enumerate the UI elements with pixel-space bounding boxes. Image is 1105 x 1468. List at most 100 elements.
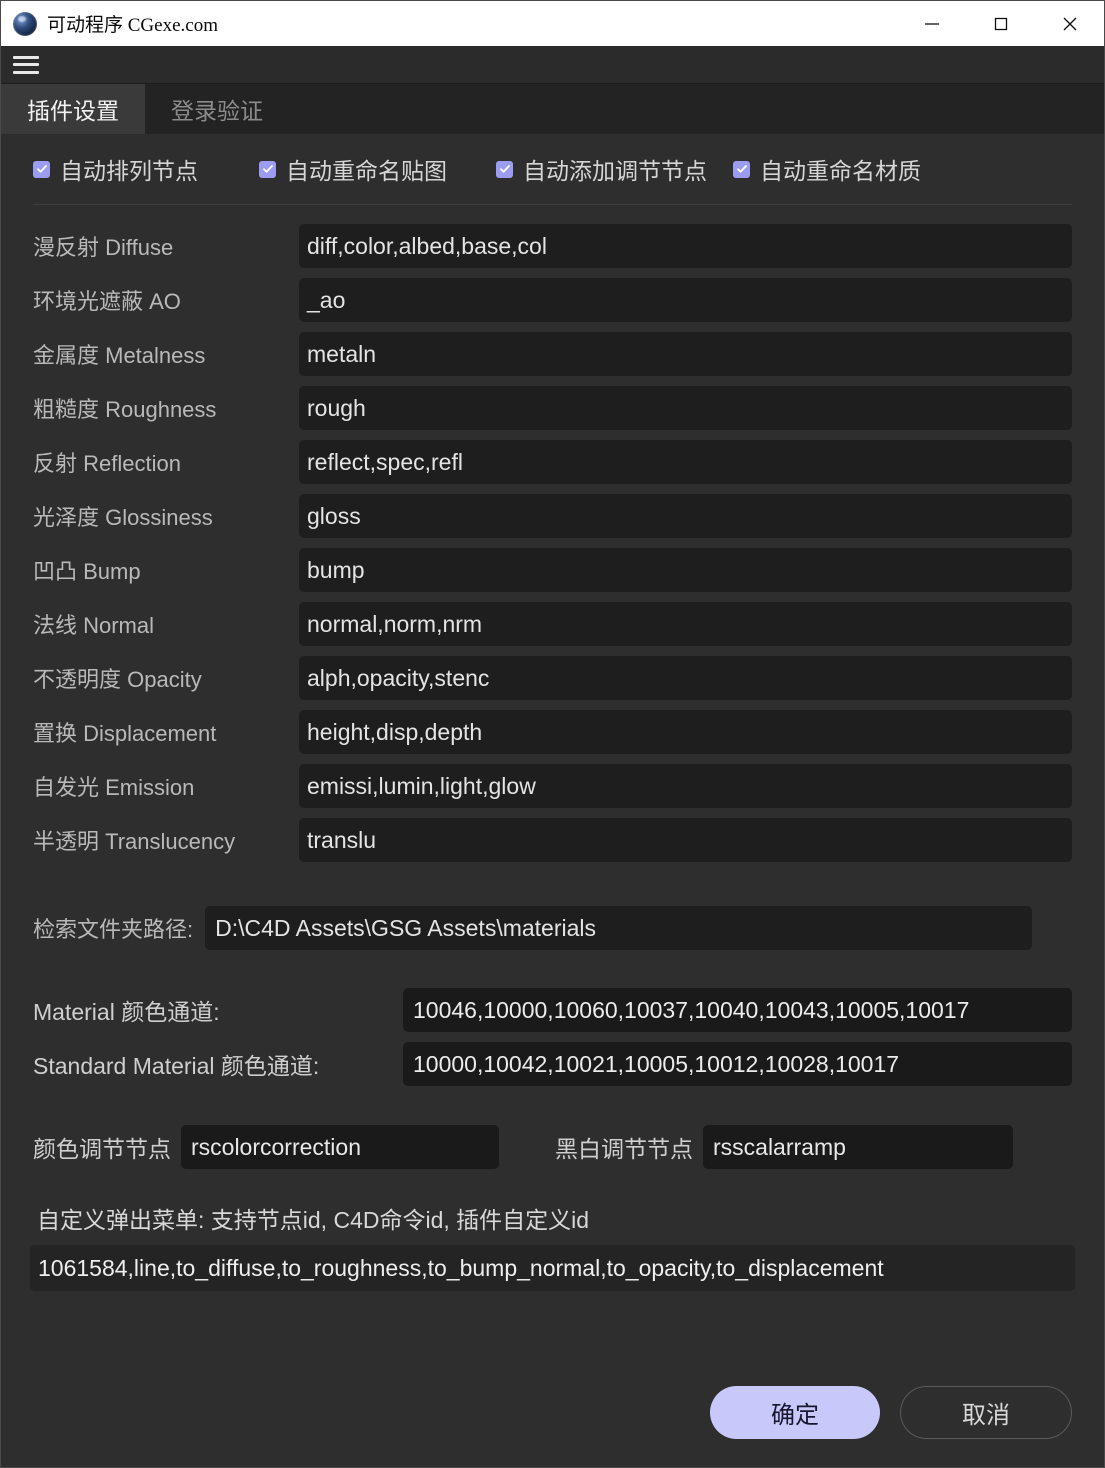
channel-field-list: 漫反射 Diffuse diff,color,albed,base,col 环境… (33, 205, 1072, 867)
field-label: 漫反射 Diffuse (33, 235, 174, 260)
checkbox-label: 自动重命名材质 (760, 158, 921, 184)
input-bump[interactable]: bump (299, 548, 1072, 592)
minimize-icon[interactable] (897, 1, 966, 46)
input-normal[interactable]: normal,norm,nrm (299, 602, 1072, 646)
field-row-metalness: 金属度 Metalness metaln (33, 327, 1072, 381)
custom-menu-input[interactable]: 1061584,line,to_diffuse,to_roughness,to_… (30, 1245, 1075, 1291)
search-path-row: 检索文件夹路径: D:\C4D Assets\GSG Assets\materi… (33, 903, 1072, 953)
input-translucency[interactable]: translu (299, 818, 1072, 862)
checkbox-auto-add-adjust-node[interactable]: 自动添加调节节点 (496, 152, 707, 186)
custom-menu-title: 自定义弹出菜单: 支持节点id, C4D命令id, 插件自定义id (37, 1207, 590, 1233)
standard-material-channel-label: Standard Material 颜色通道: (33, 1053, 320, 1079)
grayscale-adjust-node-label: 黑白调节节点 (555, 1136, 693, 1162)
tab-bar: 插件设置 登录验证 (1, 84, 1104, 134)
field-row-opacity: 不透明度 Opacity alph,opacity,stenc (33, 651, 1072, 705)
material-channel-block: Material 颜色通道: 10046,10000,10060,10037,1… (33, 983, 1072, 1091)
input-value: rsscalarramp (713, 1133, 846, 1160)
input-value: alph,opacity,stenc (307, 664, 490, 691)
checkmark-icon (733, 160, 750, 178)
c4d-sphere-icon (13, 11, 37, 36)
field-row-glossiness: 光泽度 Glossiness gloss (33, 489, 1072, 543)
title-bar: 可动程序 CGexe.com (1, 1, 1104, 46)
field-label: 半透明 Translucency (33, 829, 236, 854)
ok-button[interactable]: 确定 (710, 1386, 880, 1439)
field-label: 粗糙度 Roughness (33, 397, 217, 422)
menu-strip (1, 46, 1104, 84)
field-row-normal: 法线 Normal normal,norm,nrm (33, 597, 1072, 651)
cancel-button[interactable]: 取消 (900, 1386, 1072, 1439)
field-row-roughness: 粗糙度 Roughness rough (33, 381, 1072, 435)
maximize-icon[interactable] (966, 1, 1035, 46)
input-glossiness[interactable]: gloss (299, 494, 1072, 538)
field-label: 法线 Normal (33, 613, 155, 638)
custom-menu-block: 自定义弹出菜单: 支持节点id, C4D命令id, 插件自定义id 106158… (30, 1201, 1075, 1291)
input-value: height,disp,depth (307, 718, 483, 745)
color-adjust-node-group: 颜色调节节点 rscolorcorrection (33, 1125, 499, 1169)
dialog-button-row: 确定 取消 (710, 1386, 1072, 1439)
input-roughness[interactable]: rough (299, 386, 1072, 430)
input-ao[interactable]: _ao (299, 278, 1072, 322)
grayscale-adjust-node-group: 黑白调节节点 rsscalarramp (555, 1125, 1013, 1169)
color-adjust-node-label: 颜色调节节点 (33, 1136, 171, 1162)
tab-plugin-settings[interactable]: 插件设置 (1, 84, 145, 134)
checkbox-label: 自动重命名贴图 (286, 158, 447, 184)
input-value: gloss (307, 502, 361, 529)
standard-material-channel-input[interactable]: 10000,10042,10021,10005,10012,10028,1001… (403, 1042, 1072, 1086)
input-value: 10000,10042,10021,10005,10012,10028,1001… (413, 1050, 900, 1077)
field-row-bump: 凹凸 Bump bump (33, 543, 1072, 597)
checkmark-icon (496, 160, 513, 178)
grayscale-adjust-node-input[interactable]: rsscalarramp (703, 1125, 1013, 1169)
hamburger-menu-icon[interactable] (13, 55, 39, 75)
field-label: 置换 Displacement (33, 721, 217, 746)
checkbox-auto-arrange-nodes[interactable]: 自动排列节点 (33, 152, 198, 186)
input-value: rscolorcorrection (191, 1133, 361, 1160)
input-displacement[interactable]: height,disp,depth (299, 710, 1072, 754)
close-icon[interactable] (1035, 1, 1104, 46)
input-opacity[interactable]: alph,opacity,stenc (299, 656, 1072, 700)
search-path-input[interactable]: D:\C4D Assets\GSG Assets\materials (205, 906, 1033, 950)
input-value: bump (307, 556, 365, 583)
checkbox-auto-rename-material[interactable]: 自动重命名材质 (733, 152, 921, 186)
input-value: rough (307, 394, 366, 421)
options-checkbox-row: 自动排列节点 自动重命名贴图 自动添加调节节点 自动重命名材质 (33, 134, 1072, 204)
field-row-translucency: 半透明 Translucency translu (33, 813, 1072, 867)
color-adjust-node-input[interactable]: rscolorcorrection (181, 1125, 499, 1169)
input-emission[interactable]: emissi,lumin,light,glow (299, 764, 1072, 808)
input-value: emissi,lumin,light,glow (307, 772, 536, 799)
window-title: 可动程序 CGexe.com (47, 15, 218, 36)
field-label: 金属度 Metalness (33, 343, 206, 368)
input-value: reflect,spec,refl (307, 448, 463, 475)
input-metalness[interactable]: metaln (299, 332, 1072, 376)
field-row-displacement: 置换 Displacement height,disp,depth (33, 705, 1072, 759)
input-value: 10046,10000,10060,10037,10040,10043,1000… (413, 996, 970, 1023)
checkbox-label: 自动添加调节节点 (523, 158, 707, 184)
input-value: diff,color,albed,base,col (307, 232, 547, 259)
checkbox-label: 自动排列节点 (60, 158, 198, 184)
material-channel-label: Material 颜色通道: (33, 999, 220, 1025)
checkmark-icon (33, 160, 50, 178)
plugin-settings-window: 可动程序 CGexe.com 插件设置 登录验证 自动排列节点 自动重命名贴图 … (0, 0, 1105, 1468)
adjust-node-row: 颜色调节节点 rscolorcorrection 黑白调节节点 rsscalar… (33, 1121, 1072, 1173)
field-label: 环境光遮蔽 AO (33, 289, 181, 314)
input-value: translu (307, 826, 377, 853)
field-row-reflection: 反射 Reflection reflect,spec,refl (33, 435, 1072, 489)
material-channel-input[interactable]: 10046,10000,10060,10037,10040,10043,1000… (403, 988, 1072, 1032)
window-controls (897, 1, 1104, 46)
input-value: normal,norm,nrm (307, 610, 483, 637)
field-label: 凹凸 Bump (33, 559, 141, 584)
field-label: 自发光 Emission (33, 775, 195, 800)
checkbox-auto-rename-texture[interactable]: 自动重命名贴图 (259, 152, 447, 186)
input-diffuse[interactable]: diff,color,albed,base,col (299, 224, 1072, 268)
field-row-emission: 自发光 Emission emissi,lumin,light,glow (33, 759, 1072, 813)
tab-login-verify[interactable]: 登录验证 (145, 84, 289, 134)
input-value: 1061584,line,to_diffuse,to_roughness,to_… (38, 1254, 884, 1281)
input-reflection[interactable]: reflect,spec,refl (299, 440, 1072, 484)
field-label: 光泽度 Glossiness (33, 505, 213, 530)
field-label: 反射 Reflection (33, 451, 181, 476)
input-value: _ao (307, 286, 346, 313)
settings-panel: 自动排列节点 自动重命名贴图 自动添加调节节点 自动重命名材质 漫反射 Diff… (1, 134, 1104, 1467)
input-value: metaln (307, 340, 377, 367)
material-channel-row: Material 颜色通道: 10046,10000,10060,10037,1… (33, 983, 1072, 1037)
standard-material-channel-row: Standard Material 颜色通道: 10000,10042,1002… (33, 1037, 1072, 1091)
field-row-ao: 环境光遮蔽 AO _ao (33, 273, 1072, 327)
